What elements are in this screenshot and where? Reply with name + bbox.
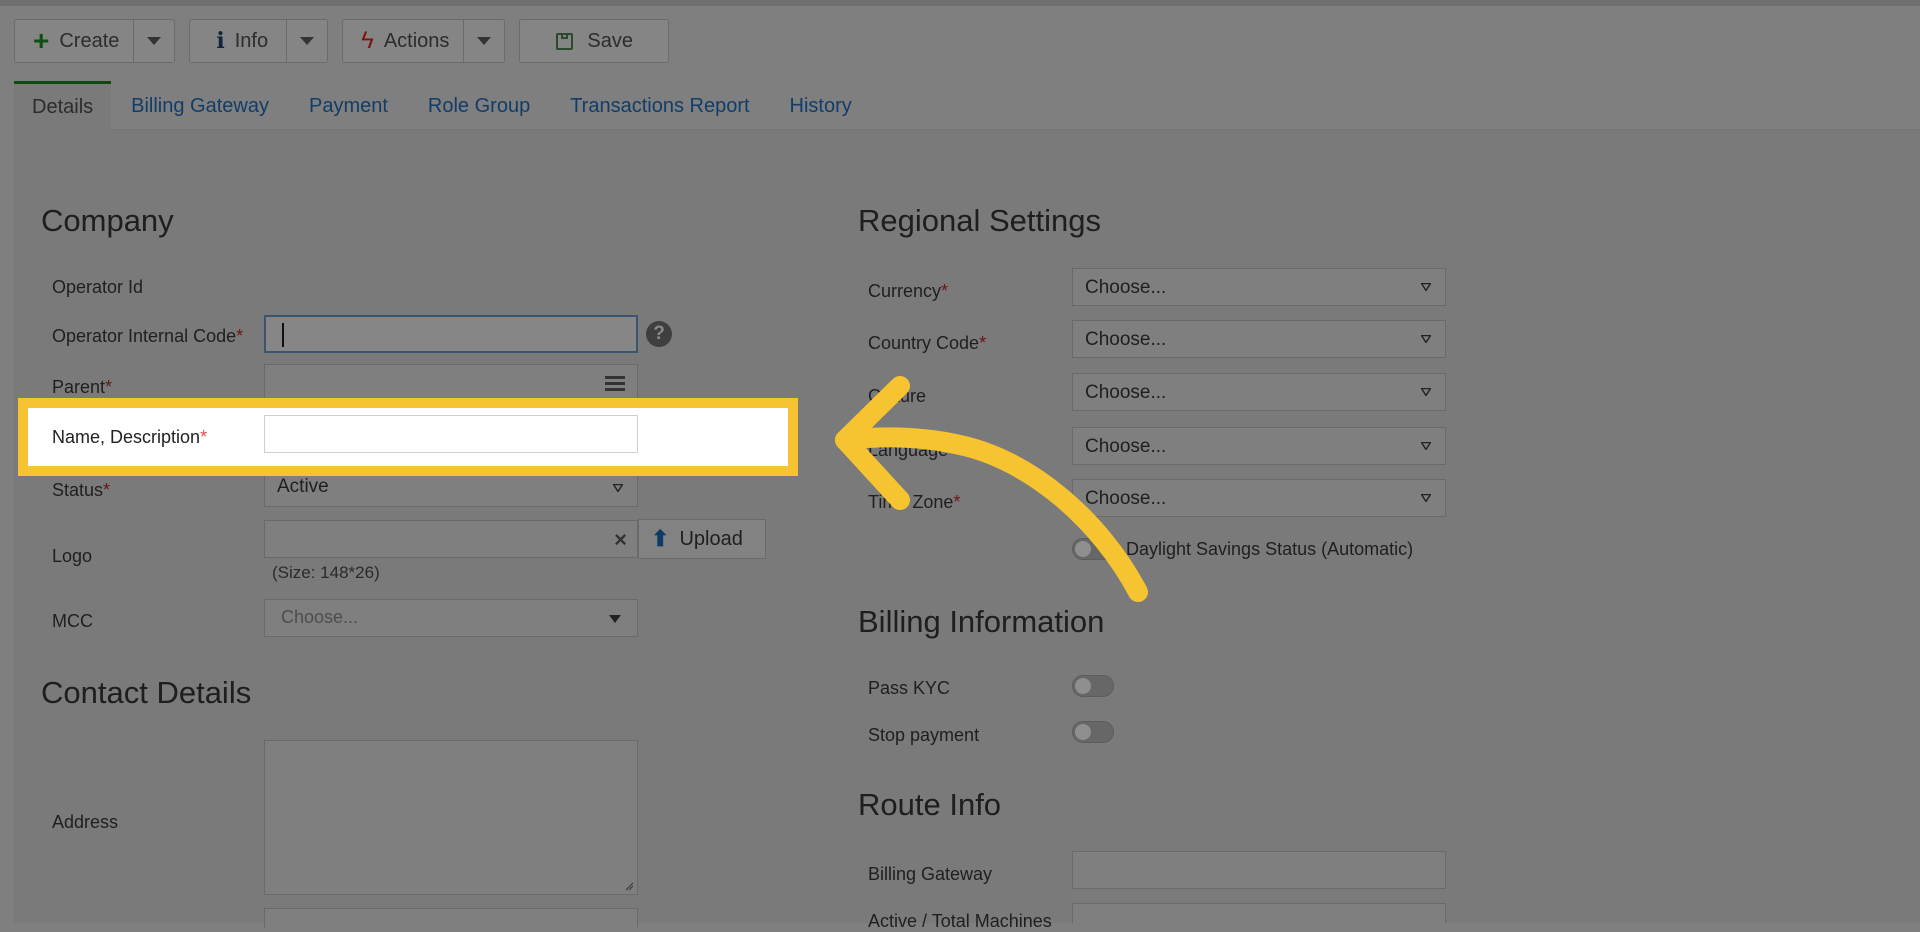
billing-information-heading: Billing Information: [858, 604, 1105, 639]
language-value: Choose...: [1085, 436, 1167, 457]
mcc-label: MCC: [52, 611, 93, 631]
time-zone-select[interactable]: Choose...: [1072, 479, 1446, 517]
billing-gateway-label: Billing Gateway: [868, 864, 993, 884]
top-shade: [0, 0, 1920, 6]
tab-details[interactable]: Details: [14, 81, 112, 130]
tab-payment[interactable]: Payment: [289, 82, 408, 130]
parent-label: Parent*: [52, 377, 113, 397]
save-button[interactable]: Save: [519, 19, 670, 63]
info-button[interactable]: i Info: [189, 19, 329, 63]
caret-down-icon: [613, 484, 623, 492]
company-heading: Company: [41, 203, 174, 238]
create-button[interactable]: + Create: [14, 19, 176, 63]
tab-transactions-report[interactable]: Transactions Report: [550, 82, 769, 130]
floppy-disk-icon: [556, 32, 574, 50]
operator-internal-code-input[interactable]: [264, 315, 638, 353]
resize-grip-icon[interactable]: [624, 881, 634, 891]
mcc-placeholder: Choose...: [281, 607, 359, 627]
regional-settings-heading: Regional Settings: [858, 203, 1101, 238]
upload-icon: ⬆: [651, 526, 670, 551]
country-code-value: Choose...: [1085, 329, 1167, 350]
caret-down-icon: [477, 37, 492, 45]
caret-down-icon: [147, 37, 162, 45]
country-code-label: Country Code*: [868, 333, 987, 353]
status-label: Status*: [52, 480, 111, 500]
culture-label: Culture: [868, 386, 927, 406]
list-icon[interactable]: [605, 376, 625, 392]
tab-history[interactable]: History: [770, 82, 872, 130]
daylight-savings-toggle[interactable]: [1072, 538, 1114, 560]
time-zone-value: Choose...: [1085, 488, 1167, 509]
mcc-select[interactable]: Choose...: [264, 599, 638, 637]
toggle-knob: [1075, 678, 1091, 694]
save-label: Save: [587, 29, 633, 52]
clear-icon[interactable]: ×: [614, 527, 627, 553]
upload-label: Upload: [679, 527, 743, 550]
caret-down-icon: [1421, 494, 1431, 502]
currency-value: Choose...: [1085, 277, 1167, 298]
currency-select[interactable]: Choose...: [1072, 268, 1446, 306]
stop-payment-toggle[interactable]: [1072, 721, 1114, 743]
tab-bar: Details Billing Gateway Payment Role Gro…: [14, 80, 872, 130]
logo-file-field[interactable]: ×: [264, 520, 638, 558]
time-zone-label: Time Zone*: [868, 492, 961, 512]
culture-value: Choose...: [1085, 382, 1167, 403]
active-total-machines-label: Active / Total Machines: [868, 911, 1052, 931]
actions-button[interactable]: ϟ Actions: [342, 19, 506, 63]
plus-icon: +: [33, 25, 50, 56]
operator-internal-code-label: Operator Internal Code*: [52, 326, 244, 346]
active-total-machines-field: [1072, 903, 1446, 923]
tab-billing-gateway[interactable]: Billing Gateway: [111, 82, 289, 130]
currency-label: Currency*: [868, 281, 949, 301]
pass-kyc-label: Pass KYC: [868, 678, 951, 698]
operator-id-label: Operator Id: [52, 277, 144, 297]
actions-dropdown-toggle[interactable]: [463, 20, 504, 62]
caret-down-icon: [1421, 335, 1431, 343]
contact-next-field[interactable]: [264, 908, 638, 928]
language-select[interactable]: Choose...: [1072, 427, 1446, 465]
tab-role-group[interactable]: Role Group: [408, 82, 550, 130]
language-label: Language: [868, 440, 949, 460]
create-label: Create: [59, 29, 120, 52]
country-code-select[interactable]: Choose...: [1072, 320, 1446, 358]
address-textarea[interactable]: [264, 740, 638, 895]
info-label: Info: [234, 29, 269, 52]
help-icon[interactable]: ?: [646, 321, 672, 347]
daylight-savings-label: Daylight Savings Status (Automatic): [1126, 539, 1414, 559]
actions-label: Actions: [383, 29, 450, 52]
caret-down-icon: [1421, 388, 1431, 396]
lightning-icon: ϟ: [361, 27, 374, 54]
address-label: Address: [52, 812, 119, 832]
create-dropdown-toggle[interactable]: [133, 20, 174, 62]
name-description-input[interactable]: [264, 415, 638, 453]
logo-size-hint: (Size: 148*26): [272, 563, 380, 582]
contact-details-heading: Contact Details: [41, 675, 252, 710]
name-description-label: Name, Description*: [52, 427, 208, 447]
status-value: Active: [277, 476, 329, 497]
route-info-heading: Route Info: [858, 787, 1002, 822]
upload-button[interactable]: ⬆ Upload: [638, 519, 766, 559]
caret-down-icon: [1421, 442, 1431, 450]
logo-label: Logo: [52, 546, 93, 566]
billing-gateway-field: [1072, 851, 1446, 889]
stop-payment-label: Stop payment: [868, 725, 980, 745]
pass-kyc-toggle[interactable]: [1072, 675, 1114, 697]
info-dropdown-toggle[interactable]: [286, 20, 327, 62]
caret-down-icon: [300, 37, 315, 45]
caret-down-icon: [1421, 283, 1431, 291]
text-cursor: [282, 323, 284, 347]
culture-select[interactable]: Choose...: [1072, 373, 1446, 411]
caret-down-icon: [609, 615, 621, 623]
info-icon: i: [216, 28, 225, 54]
toggle-knob: [1075, 541, 1091, 557]
parent-picker[interactable]: [264, 364, 638, 402]
toggle-knob: [1075, 724, 1091, 740]
toolbar: + Create i Info ϟ Actions Save: [14, 19, 670, 65]
